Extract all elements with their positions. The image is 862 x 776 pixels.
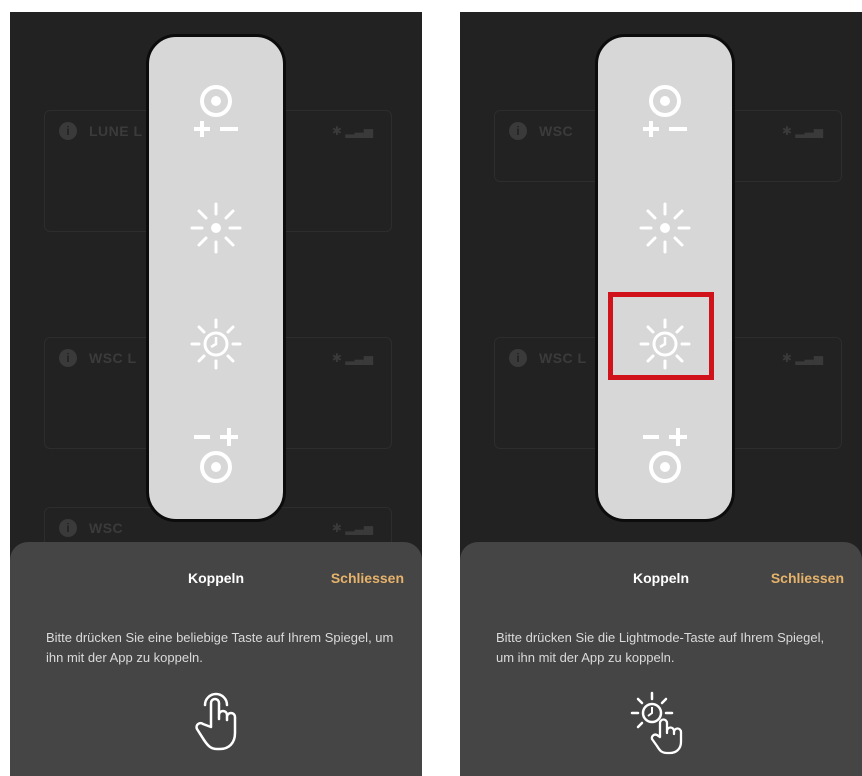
dimmer-up-icon [194,428,238,483]
close-button[interactable]: Schliessen [771,570,844,586]
dimmer-up-icon [643,428,687,483]
pairing-sheet: Koppeln Schliessen Bitte drücken Sie ein… [10,542,422,776]
info-icon: i [59,519,77,537]
close-button[interactable]: Schliessen [331,570,404,586]
dimmer-down-button[interactable] [630,77,700,147]
device-name: WSC L [539,350,587,366]
device-name: WSC L [89,350,137,366]
sun-icon [639,202,691,254]
brightness-button[interactable] [181,193,251,263]
lightmode-highlight-box [608,292,714,380]
lightmode-button[interactable] [181,309,251,379]
brightness-button[interactable] [630,193,700,263]
info-icon: i [509,122,527,140]
tap-hand-icon [181,687,251,757]
bluetooth-signal-icon: ✱ ▂▃▅ [331,521,373,535]
pairing-sheet: Koppeln Schliessen Bitte drücken Sie die… [460,542,862,776]
mirror-remote [595,34,735,522]
bluetooth-signal-icon: ✱ ▂▃▅ [781,124,823,138]
bluetooth-signal-icon: ✱ ▂▃▅ [331,351,373,365]
bluetooth-signal-icon: ✱ ▂▃▅ [781,351,823,365]
sun-icon [190,202,242,254]
pairing-instructions: Bitte drücken Sie eine beliebige Taste a… [46,630,394,665]
mirror-remote [146,34,286,522]
info-icon: i [59,349,77,367]
left-screenshot: i LUNE L ✱ ▂▃▅ i WSC L ✱ ▂▃▅ i WSC ✱ ▂▃▅ [10,12,422,776]
device-name: WSC [89,520,124,536]
lightmode-tap-icon [626,687,696,757]
dimmer-up-button[interactable] [630,421,700,491]
info-icon: i [509,349,527,367]
right-screenshot: i WSC ✱ ▂▃▅ i WSC L ✱ ▂▃▅ Koppeln Schlie… [460,12,862,776]
info-icon: i [59,122,77,140]
device-name: LUNE L [89,123,143,139]
dimmer-down-icon [643,85,687,137]
pairing-instructions: Bitte drücken Sie die Lightmode-Taste au… [496,630,825,665]
lightmode-clock-icon [190,318,242,370]
dimmer-up-button[interactable] [181,421,251,491]
device-name: WSC [539,123,574,139]
dimmer-down-icon [194,85,238,137]
dimmer-down-button[interactable] [181,77,251,147]
bluetooth-signal-icon: ✱ ▂▃▅ [331,124,373,138]
